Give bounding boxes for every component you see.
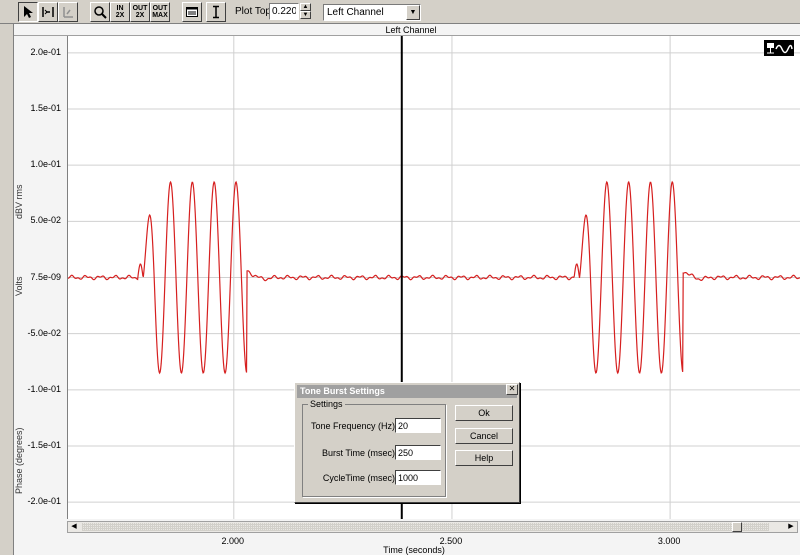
plot-top-label: Plot Top: <box>235 6 274 17</box>
plot-top-input[interactable] <box>269 3 299 20</box>
burst-time-label: Burst Time (msec) <box>321 448 395 458</box>
arrow-cursor-icon <box>24 6 33 18</box>
help-button[interactable]: Help <box>455 450 513 466</box>
y-axis-label-volts: Volts <box>14 276 24 296</box>
ok-button[interactable]: Ok <box>455 405 513 421</box>
crosshair-cursor-icon <box>42 7 54 17</box>
scroll-track[interactable] <box>82 523 769 531</box>
left-panel-strip <box>0 24 14 555</box>
dialog-title[interactable]: Tone Burst Settings <box>297 385 517 398</box>
burst-time-input[interactable] <box>395 445 441 460</box>
y-tick-label: -2.0e-01 <box>27 496 61 507</box>
tone-frequency-label: Tone Frequency (Hz) <box>310 421 395 431</box>
y-tick-label: -5.0e-02 <box>27 327 61 338</box>
channel-select[interactable]: Left Channel ▼ <box>323 4 421 21</box>
scroll-right-icon[interactable]: ▶ <box>785 522 797 532</box>
zoom-button[interactable] <box>90 2 110 22</box>
chevron-down-icon[interactable]: ▼ <box>406 5 420 20</box>
plot-top-spinner[interactable]: ▲ ▼ <box>300 3 311 20</box>
y-tick-label: 1.5e-01 <box>30 103 61 113</box>
zoom-out-max-button[interactable]: OUT MAX <box>150 2 170 22</box>
y-tick-label: 5.0e-02 <box>30 215 61 226</box>
y-tick-label: 1.0e-01 <box>30 159 61 170</box>
window-layout-button[interactable] <box>182 2 202 22</box>
x-tick-label: 2.000 <box>221 536 245 546</box>
plot-title: Left Channel <box>14 24 800 36</box>
zoom-in-icon: IN 2X <box>115 5 125 19</box>
y-axis-label-phase: Phase (degrees) <box>14 427 24 494</box>
marker-button[interactable] <box>206 2 226 22</box>
settings-group-label: Settings <box>308 399 345 409</box>
y-tick-label: 2.0e-01 <box>30 46 61 57</box>
cycle-time-input[interactable] <box>395 470 441 485</box>
disabled-tool-button[interactable] <box>58 2 78 22</box>
horizontal-scrollbar[interactable]: ◀ ▶ <box>67 521 798 533</box>
close-icon[interactable]: ✕ <box>506 384 518 395</box>
magnifier-icon <box>94 6 107 19</box>
spin-up-icon[interactable]: ▲ <box>300 3 311 11</box>
window-icon <box>186 7 198 17</box>
scroll-left-icon[interactable]: ◀ <box>68 522 80 532</box>
y-tick-label: -1.5e-01 <box>27 439 61 450</box>
channel-select-value: Left Channel <box>327 7 384 18</box>
cycle-time-label: CycleTime (msec) <box>322 473 395 483</box>
cancel-button[interactable]: Cancel <box>455 428 513 444</box>
spin-down-icon[interactable]: ▼ <box>300 11 311 19</box>
disabled-tool-icon <box>63 7 73 18</box>
zoom-out-icon: OUT 2X <box>132 5 148 19</box>
y-tick-label: 7.5e-09 <box>30 271 61 282</box>
waveform-icon[interactable] <box>764 40 794 56</box>
y-axis: dBV rms Volts Phase (degrees) 2.0e-01 1.5… <box>14 36 67 519</box>
marker-icon <box>213 5 219 19</box>
scroll-thumb[interactable] <box>732 522 742 532</box>
select-arrow-button[interactable] <box>18 2 38 22</box>
x-axis-label: Time (seconds) <box>383 545 445 555</box>
y-tick-label: -1.0e-01 <box>27 383 61 394</box>
zoom-in-2x-button[interactable]: IN 2X <box>110 2 130 22</box>
cursor-button[interactable] <box>38 2 58 22</box>
zoom-out-max-icon: OUT MAX <box>152 5 168 19</box>
y-axis-label-dbv: dBV rms <box>14 184 24 219</box>
x-tick-label: 3.000 <box>657 536 681 546</box>
tone-burst-dialog: Tone Burst Settings ✕ Settings Tone Freq… <box>294 382 520 503</box>
tone-frequency-input[interactable] <box>395 418 441 433</box>
zoom-out-2x-button[interactable]: OUT 2X <box>130 2 150 22</box>
toolbar: IN2X OUT2X OUTMAX Plot Top: ▲ ▼ Left Cha… <box>0 0 800 24</box>
settings-group: Settings Tone Frequency (Hz) Burst Time … <box>302 399 446 497</box>
